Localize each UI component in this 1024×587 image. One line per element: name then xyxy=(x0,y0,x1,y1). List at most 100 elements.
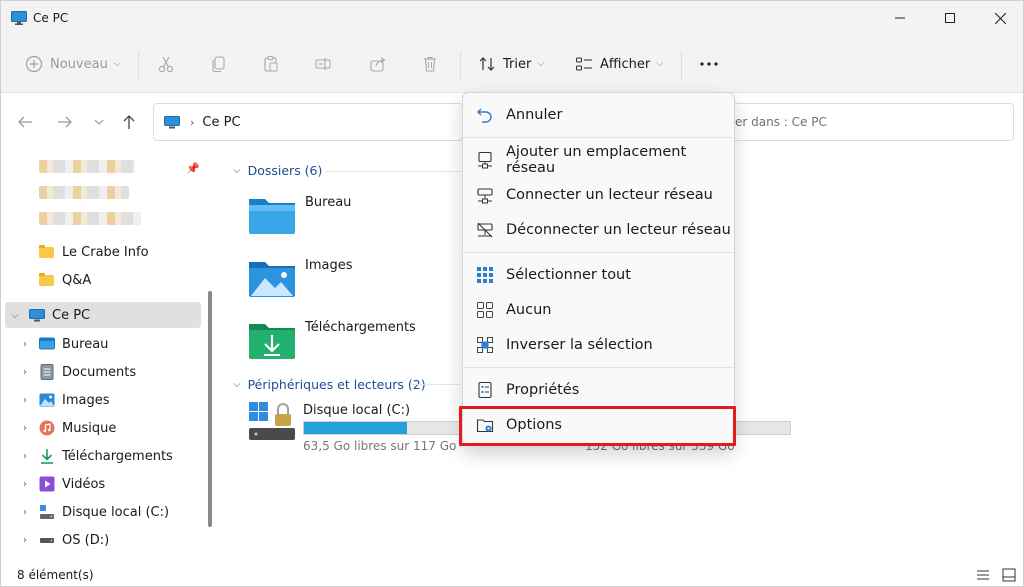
chevron-right-icon[interactable]: › xyxy=(19,423,31,434)
rename-button[interactable] xyxy=(314,49,332,79)
sidebar-item-music[interactable]: › Musique xyxy=(1,415,201,441)
command-separator xyxy=(138,51,139,79)
sidebar-item-videos[interactable]: › Vidéos xyxy=(1,471,201,497)
sidebar-scrollbar[interactable] xyxy=(208,291,212,527)
sidebar-item-pictures[interactable]: › Images xyxy=(1,387,201,413)
group-divider xyxy=(411,384,461,385)
devices-group-label: Périphériques et lecteurs (2) xyxy=(247,377,426,392)
devices-group-header[interactable]: ⌵ Périphériques et lecteurs (2) xyxy=(233,377,426,392)
chevron-right-icon[interactable]: › xyxy=(19,395,31,406)
arrow-right-icon xyxy=(58,116,72,128)
back-button[interactable] xyxy=(13,110,37,134)
drive-c-free-space: 63,5 Go libres sur 117 Go xyxy=(303,439,457,453)
menu-item-label: Ajouter un emplacement réseau xyxy=(506,143,687,176)
item-count: 8 élément(s) xyxy=(17,568,94,582)
window-title: Ce PC xyxy=(33,11,69,25)
documents-icon xyxy=(39,364,55,380)
scissors-icon xyxy=(158,56,174,73)
disconnect-drive-icon xyxy=(476,221,494,239)
chevron-right-icon[interactable]: › xyxy=(19,535,31,546)
menu-item-map-network-drive[interactable]: Connecter un lecteur réseau xyxy=(467,177,732,212)
folder-tile-downloads[interactable]: Téléchargements xyxy=(247,318,416,362)
menu-item-invert-selection[interactable]: Inverser la sélection xyxy=(467,327,732,362)
drive-icon xyxy=(39,532,55,548)
folder-name: Bureau xyxy=(305,195,352,210)
drive-name: Disque local (C:) xyxy=(303,403,411,418)
chevron-right-icon[interactable]: › xyxy=(19,479,31,490)
chevron-right-icon[interactable]: › xyxy=(19,367,31,378)
address-bar[interactable]: › Ce PC xyxy=(153,103,463,141)
chevron-down-icon: ⌵ xyxy=(233,165,241,176)
blurred-quick-access-item[interactable] xyxy=(39,212,141,225)
more-options-menu: Annuler Ajouter un emplacement réseau Co… xyxy=(462,92,735,446)
menu-item-add-network-location[interactable]: Ajouter un emplacement réseau xyxy=(467,142,732,177)
chevron-right-icon[interactable]: › xyxy=(19,339,31,350)
sidebar-item-label: Documents xyxy=(62,364,137,380)
sidebar-item-qa[interactable]: Q&A xyxy=(1,267,201,293)
new-button[interactable]: Nouveau ⌵ xyxy=(25,49,121,79)
close-button[interactable] xyxy=(975,1,1023,35)
sidebar-item-documents[interactable]: › Documents xyxy=(1,359,201,385)
folder-icon xyxy=(39,272,54,286)
menu-item-undo[interactable]: Annuler xyxy=(467,97,732,132)
sidebar-item-label: Bureau xyxy=(62,336,109,352)
folders-group-header[interactable]: ⌵ Dossiers (6) xyxy=(233,163,322,178)
sort-button[interactable]: Trier ⌵ xyxy=(478,49,544,79)
blurred-quick-access-item[interactable] xyxy=(39,186,129,199)
title-bar: Ce PC xyxy=(1,1,1023,35)
sidebar-item-os-d[interactable]: › OS (D:) xyxy=(1,527,201,553)
sidebar-item-this-pc[interactable]: ⌵ Ce PC xyxy=(5,302,201,328)
this-pc-icon xyxy=(164,115,180,128)
pictures-folder-icon xyxy=(249,262,295,297)
chevron-down-icon[interactable]: ⌵ xyxy=(9,310,21,321)
drive-icon xyxy=(39,504,55,520)
menu-item-label: Propriétés xyxy=(506,381,580,398)
maximize-button[interactable] xyxy=(925,1,975,35)
paste-icon xyxy=(264,56,278,72)
menu-item-select-none[interactable]: Aucun xyxy=(467,292,732,327)
more-options-button[interactable] xyxy=(699,49,719,79)
drive-c-usage-fill xyxy=(304,422,408,434)
this-pc-icon xyxy=(11,11,27,25)
menu-item-disconnect-network-drive[interactable]: Déconnecter un lecteur réseau xyxy=(467,212,732,247)
view-layout-icon xyxy=(575,57,592,71)
chevron-down-icon: ⌵ xyxy=(233,379,241,390)
menu-item-properties[interactable]: Propriétés xyxy=(467,372,732,407)
paste-button[interactable] xyxy=(262,49,280,79)
sidebar-item-local-disk-c[interactable]: › Disque local (C:) xyxy=(1,499,201,525)
sidebar-item-downloads[interactable]: › Téléchargements xyxy=(1,443,201,469)
view-button[interactable]: Afficher ⌵ xyxy=(575,49,663,79)
up-button[interactable] xyxy=(117,110,141,134)
forward-button[interactable] xyxy=(53,110,77,134)
sidebar-item-le-crabe-info[interactable]: Le Crabe Info xyxy=(1,239,201,265)
options-highlight-box xyxy=(459,406,736,446)
blurred-quick-access-item[interactable] xyxy=(39,160,135,173)
search-input[interactable]: er dans : Ce PC xyxy=(734,103,1014,141)
folder-tile-pictures[interactable]: Images xyxy=(247,256,353,300)
chevron-right-icon[interactable]: › xyxy=(19,451,31,462)
copy-button[interactable] xyxy=(210,49,228,79)
delete-button[interactable] xyxy=(421,49,439,79)
menu-item-label: Connecter un lecteur réseau xyxy=(506,186,713,203)
details-view-icon[interactable] xyxy=(975,567,991,583)
tiles-view-icon[interactable] xyxy=(1001,567,1017,583)
folder-tile-desktop[interactable]: Bureau xyxy=(247,193,351,237)
sort-label: Trier xyxy=(503,56,532,72)
sidebar-item-label: Le Crabe Info xyxy=(62,244,149,260)
recent-locations-button[interactable] xyxy=(87,110,111,134)
navigation-pane: 📌 Le Crabe Info Q&A ⌵ Ce PC › Bureau › D… xyxy=(1,151,219,563)
breadcrumb-this-pc[interactable]: Ce PC xyxy=(202,115,240,130)
share-icon xyxy=(370,57,386,72)
map-drive-icon xyxy=(476,186,494,204)
menu-item-select-all[interactable]: Sélectionner tout xyxy=(467,257,732,292)
drive-tile-c[interactable] xyxy=(247,400,297,444)
cut-button[interactable] xyxy=(157,49,175,79)
share-button[interactable] xyxy=(369,49,387,79)
pictures-icon xyxy=(39,392,55,408)
system-drive-icon xyxy=(249,402,295,440)
sidebar-item-label: Musique xyxy=(62,420,117,436)
chevron-right-icon[interactable]: › xyxy=(19,507,31,518)
minimize-button[interactable] xyxy=(875,1,925,35)
plus-circle-icon xyxy=(25,55,43,73)
sidebar-item-desktop[interactable]: › Bureau xyxy=(1,331,201,357)
